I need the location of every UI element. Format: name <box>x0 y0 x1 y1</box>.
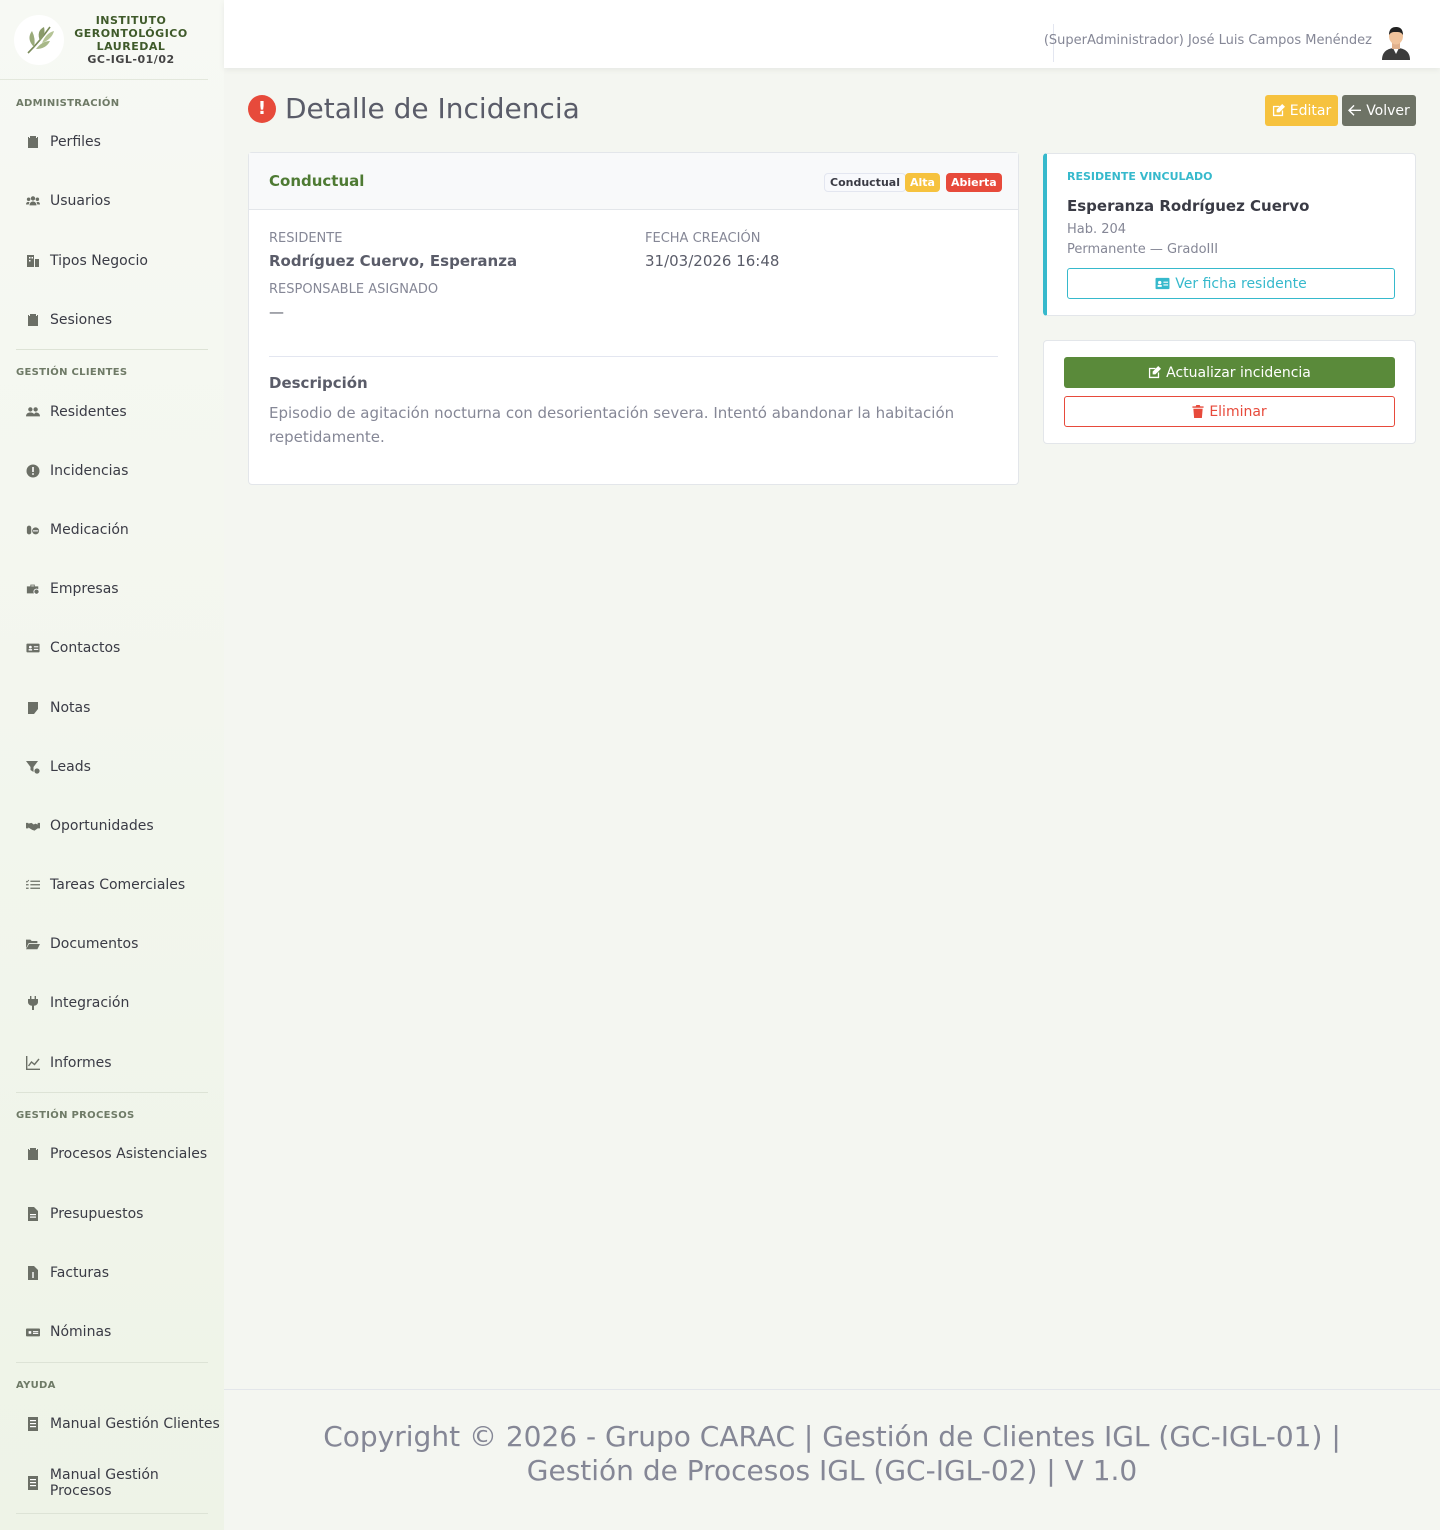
sidebar-item-informes[interactable]: Informes <box>0 1048 224 1078</box>
description-title: Descripción <box>269 374 368 392</box>
linked-resident-room: Hab. 204 <box>1067 222 1127 237</box>
type-badge: Conductual <box>824 173 906 192</box>
status-badge: Abierta <box>946 173 1002 192</box>
sidebar-item-nominas[interactable]: Nóminas <box>0 1317 224 1347</box>
actions-card: Actualizar incidencia Eliminar <box>1043 340 1416 444</box>
exclamation-circle-icon <box>25 464 41 478</box>
book-icon <box>25 1476 41 1490</box>
brand-logo-icon <box>14 14 64 65</box>
trash-icon <box>1192 405 1204 418</box>
avatar[interactable] <box>1380 24 1412 60</box>
update-incident-button[interactable]: Actualizar incidencia <box>1064 357 1395 388</box>
file-icon <box>25 1207 41 1221</box>
handshake-icon <box>25 819 41 833</box>
money-icon <box>25 1325 41 1339</box>
folder-open-icon <box>25 937 41 951</box>
sidebar-item-manual-gestion-procesos[interactable]: Manual Gestión Procesos <box>0 1467 224 1499</box>
footer: Copyright © 2026 - Grupo CARAC | Gestión… <box>224 1389 1440 1530</box>
sidebar-divider <box>16 1092 208 1093</box>
sidebar-item-contactos[interactable]: Contactos <box>0 633 224 663</box>
linked-resident-name: Esperanza Rodríguez Cuervo <box>1067 197 1310 215</box>
view-resident-button[interactable]: Ver ficha residente <box>1067 268 1395 299</box>
sidebar-item-empresas[interactable]: Empresas <box>0 574 224 604</box>
plug-icon <box>25 996 41 1010</box>
sidebar-item-oportunidades[interactable]: Oportunidades <box>0 811 224 841</box>
sidebar-divider <box>16 1513 208 1514</box>
sticky-note-icon <box>25 701 41 715</box>
edit-icon <box>1149 366 1162 379</box>
pills-icon <box>25 523 41 537</box>
exclamation-circle-icon: ! <box>248 94 276 123</box>
sidebar-item-medicacion[interactable]: Medicación <box>0 515 224 545</box>
users-icon <box>25 194 41 208</box>
linked-resident-card: Residente vinculado Esperanza Rodríguez … <box>1043 153 1416 316</box>
card-divider <box>269 356 998 357</box>
brand-name: INSTITUTO GERONTOLÓGICO LAUREDAL GC-IGL-… <box>74 13 188 66</box>
linked-resident-stay: Permanente — GradoIII <box>1067 242 1219 257</box>
user-name[interactable]: (SuperAdministrador) José Luis Campos Me… <box>1044 33 1372 48</box>
sidebar-item-procesos-asistenciales[interactable]: Procesos Asistenciales <box>0 1139 224 1169</box>
back-button[interactable]: Volver <box>1342 95 1416 126</box>
description-text: Episodio de agitación nocturna con desor… <box>269 404 955 446</box>
chart-line-icon <box>25 1056 41 1070</box>
sidebar-heading-administracion: Administración <box>16 98 120 109</box>
sidebar-item-leads[interactable]: Leads <box>0 752 224 782</box>
sidebar-item-presupuestos[interactable]: Presupuestos <box>0 1199 224 1229</box>
topbar: (SuperAdministrador) José Luis Campos Me… <box>224 0 1440 68</box>
tasks-icon <box>25 878 41 892</box>
assignee-value: — <box>269 303 284 321</box>
assignee-label: Responsable asignado <box>269 282 439 297</box>
arrow-left-icon <box>1348 104 1362 116</box>
delete-button[interactable]: Eliminar <box>1064 396 1395 427</box>
sidebar-heading-gestion-clientes: Gestión Clientes <box>16 367 128 378</box>
sidebar-item-perfiles[interactable]: Perfiles <box>0 127 224 157</box>
sidebar-item-facturas[interactable]: Facturas <box>0 1258 224 1288</box>
sidebar: INSTITUTO GERONTOLÓGICO LAUREDAL GC-IGL-… <box>0 0 224 1530</box>
created-value: 31/03/2026 16:48 <box>645 252 780 270</box>
linked-resident-label: Residente vinculado <box>1067 170 1213 183</box>
copyright-text: Copyright © 2026 - Grupo CARAC | Gestión… <box>323 1420 1341 1487</box>
funnel-icon <box>25 760 41 774</box>
sidebar-item-usuarios[interactable]: Usuarios <box>0 186 224 216</box>
user-group-icon <box>25 405 41 419</box>
page-title: ! Detalle de Incidencia <box>248 92 580 125</box>
sidebar-item-tipos-negocio[interactable]: Tipos Negocio <box>0 246 224 276</box>
brand[interactable]: INSTITUTO GERONTOLÓGICO LAUREDAL GC-IGL-… <box>0 0 208 80</box>
sidebar-divider <box>16 349 208 350</box>
address-card-icon <box>25 641 41 655</box>
sidebar-item-manual-gestion-clientes[interactable]: Manual Gestión Clientes <box>0 1409 224 1439</box>
sidebar-item-integracion[interactable]: Integración <box>0 988 224 1018</box>
building-icon <box>25 254 41 268</box>
sidebar-item-sesiones[interactable]: Sesiones <box>0 305 224 335</box>
incident-card-header: Conductual Conductual Alta Abierta <box>249 153 1018 210</box>
book-icon <box>25 1417 41 1431</box>
sidebar-item-incidencias[interactable]: Incidencias <box>0 456 224 486</box>
sidebar-item-documentos[interactable]: Documentos <box>0 929 224 959</box>
id-card-icon <box>1155 277 1170 290</box>
invoice-icon <box>25 1266 41 1280</box>
sidebar-item-notas[interactable]: Notas <box>0 693 224 723</box>
resident-value: Rodríguez Cuervo, Esperanza <box>269 252 518 270</box>
sidebar-heading-ayuda: Ayuda <box>16 1380 56 1391</box>
sidebar-divider <box>16 1362 208 1363</box>
sidebar-item-tareas-comerciales[interactable]: Tareas Comerciales <box>0 870 224 900</box>
created-label: Fecha creación <box>645 231 761 246</box>
sidebar-item-residentes[interactable]: Residentes <box>0 397 224 427</box>
briefcase-icon <box>25 582 41 596</box>
edit-icon <box>1272 104 1285 117</box>
edit-button[interactable]: Editar <box>1265 95 1338 126</box>
sidebar-heading-gestion-procesos: Gestión Procesos <box>16 1110 135 1121</box>
clipboard-icon <box>25 313 41 327</box>
incident-category: Conductual <box>269 172 365 190</box>
clipboard-icon <box>25 135 41 149</box>
priority-badge: Alta <box>905 173 940 192</box>
clipboard-icon <box>25 1147 41 1161</box>
incident-card: Conductual Conductual Alta Abierta Resid… <box>248 152 1019 485</box>
resident-label: Residente <box>269 231 343 246</box>
